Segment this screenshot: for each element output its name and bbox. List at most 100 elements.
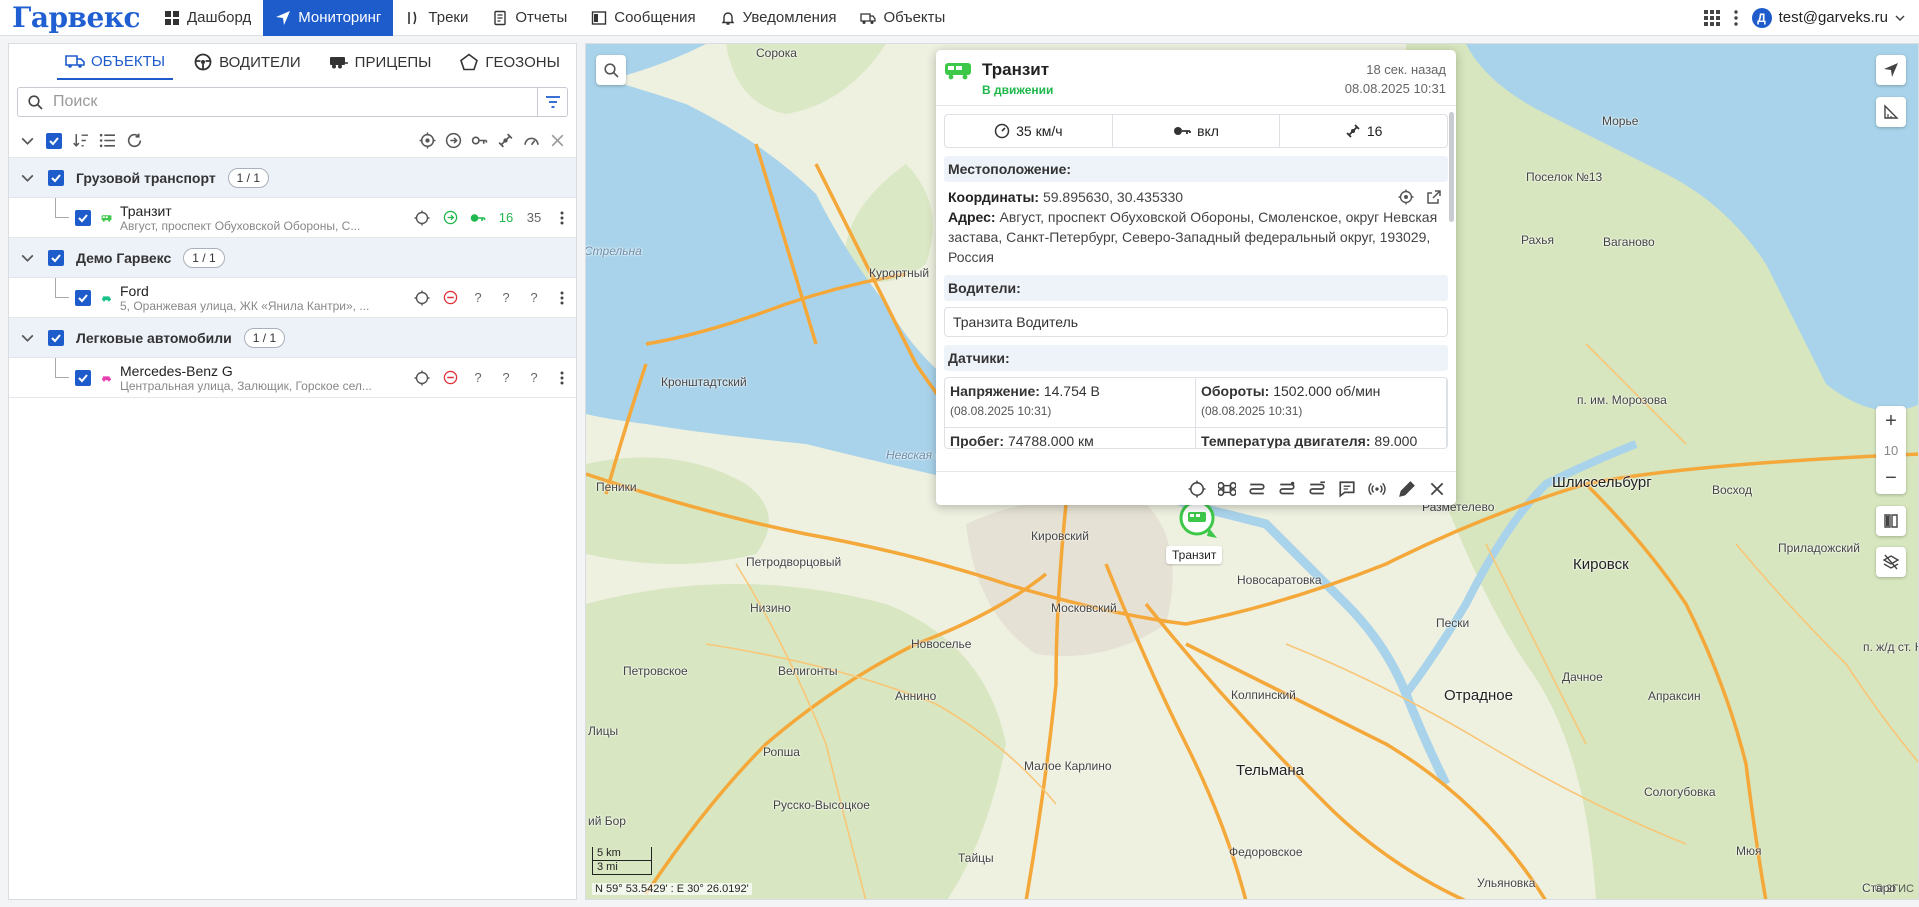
map-label: Новосаратовка	[1237, 573, 1322, 587]
refresh-icon[interactable]	[126, 132, 143, 149]
item-checkbox[interactable]	[75, 289, 91, 306]
edit-icon[interactable]	[1398, 480, 1416, 498]
tab-objects[interactable]: Объекты	[57, 44, 174, 80]
traffic-toggle-button[interactable]	[1876, 547, 1906, 577]
item-text: Ford 5, Оранжевая улица, ЖК «Янила Кантр…	[120, 283, 400, 313]
filter-button[interactable]	[538, 87, 568, 117]
tab-trailers[interactable]: Прицепы	[321, 44, 440, 80]
speedometer-icon[interactable]	[523, 132, 540, 149]
bus-icon	[945, 63, 971, 80]
locate-button[interactable]	[408, 210, 436, 226]
popup-time-ago: 18 сек. назад	[1366, 62, 1446, 77]
item-menu-button[interactable]	[548, 371, 576, 385]
navigation-circle-icon[interactable]	[445, 132, 462, 149]
tab-drivers[interactable]: Водители	[185, 44, 309, 80]
tab-geozones[interactable]: Геозоны	[451, 44, 567, 80]
metric-satellites-value: 16	[1366, 123, 1383, 139]
locate-icon	[414, 210, 430, 225]
nav-notifications[interactable]: Уведомления	[708, 0, 849, 36]
locate-button[interactable]	[408, 370, 436, 386]
command-icon[interactable]	[1218, 480, 1236, 498]
map-copyright[interactable]: © 2ГИС	[1875, 883, 1914, 895]
tab-trailers-label: Прицепы	[354, 53, 432, 71]
popup-header: Транзит В движении 18 сек. назад 08.08.2…	[936, 50, 1456, 106]
map-label: Пески	[1436, 616, 1470, 630]
list-item[interactable]: Mercedes-Benz G Центральная улица, Залющ…	[9, 358, 576, 398]
nav-notifications-label: Уведомления	[742, 9, 837, 26]
group-checkbox[interactable]	[48, 169, 64, 186]
locate-button[interactable]	[408, 290, 436, 306]
stop-icon	[443, 290, 457, 305]
ignition-status	[464, 210, 492, 226]
nav-reports[interactable]: Отчеты	[480, 0, 579, 36]
group-checkbox[interactable]	[48, 329, 64, 346]
item-menu-button[interactable]	[548, 211, 576, 225]
chevron-down-icon[interactable]	[19, 329, 36, 346]
ruler-button[interactable]	[1876, 97, 1906, 127]
user-menu[interactable]: Д test@garveks.ru	[1751, 7, 1905, 28]
group-count-badge: 1 / 1	[227, 167, 270, 188]
map-search-button[interactable]	[596, 55, 626, 85]
external-link-icon[interactable]	[1426, 189, 1442, 205]
item-checkbox[interactable]	[75, 369, 91, 386]
sensor-value: 1502.000 об/мин	[1273, 383, 1381, 399]
nav-objects[interactable]: Объекты	[848, 0, 957, 36]
messages-icon	[592, 10, 607, 25]
track-icon[interactable]	[1248, 480, 1266, 498]
cursor-coordinates: N 59° 53.5429' : E 30° 26.0192'	[592, 883, 752, 895]
driver-name[interactable]: Транзита Водитель	[944, 307, 1448, 337]
list-item[interactable]: Ford 5, Оранжевая улица, ЖК «Янила Кантр…	[9, 278, 576, 318]
objects-panel: Объекты Водители Прицепы Геозоны Поиск	[8, 43, 577, 900]
chevron-down-icon[interactable]	[19, 132, 36, 149]
group-header[interactable]: Грузовой транспорт 1 / 1	[9, 158, 576, 198]
key-icon[interactable]	[471, 132, 488, 149]
satellites-value: ?	[502, 370, 510, 385]
metric-speed: 35 км/ч	[945, 115, 1113, 147]
track-week-icon[interactable]	[1308, 480, 1326, 498]
locate-icon[interactable]	[1188, 480, 1206, 498]
list-view-icon[interactable]	[99, 132, 116, 149]
close-icon[interactable]	[549, 132, 566, 149]
search-placeholder: Поиск	[53, 93, 98, 110]
item-checkbox[interactable]	[75, 209, 91, 226]
map-label: Приладожский	[1778, 541, 1860, 555]
map-label: Пеники	[596, 480, 637, 494]
app-logo[interactable]: Гарвекс	[0, 1, 152, 34]
zoom-level: 10	[1883, 442, 1899, 458]
group-header[interactable]: Демо Гарвекс 1 / 1	[9, 238, 576, 278]
zoom-in-button[interactable]: +	[1885, 410, 1897, 433]
nav-monitoring[interactable]: Мониторинг	[263, 0, 394, 36]
close-icon[interactable]	[1428, 480, 1446, 498]
item-menu-button[interactable]	[548, 291, 576, 305]
select-all-checkbox[interactable]	[46, 132, 62, 149]
map-view[interactable]: Шлиссельбург Кировск Отрадное Тельмана М…	[585, 43, 1919, 900]
message-icon[interactable]	[1338, 480, 1356, 498]
zoom-out-button[interactable]: −	[1885, 467, 1897, 490]
vehicle-marker[interactable]	[1179, 500, 1219, 540]
signal-icon[interactable]	[1368, 480, 1386, 498]
vehicle-info-popup: Транзит В движении 18 сек. назад 08.08.2…	[936, 50, 1456, 505]
tab-objects-label: Объекты	[91, 52, 166, 70]
sort-icon[interactable]	[72, 132, 89, 149]
list-item[interactable]: Транзит Август, проспект Обуховской Обор…	[9, 198, 576, 238]
nav-reports-label: Отчеты	[515, 9, 568, 26]
more-vertical-icon[interactable]	[1733, 9, 1738, 26]
my-location-button[interactable]	[1876, 55, 1906, 85]
map-label: Тельмана	[1236, 762, 1305, 779]
search-input[interactable]: Поиск	[17, 87, 538, 117]
group-header[interactable]: Легковые автомобили 1 / 1	[9, 318, 576, 358]
map-layers-button[interactable]	[1876, 506, 1906, 536]
group-checkbox[interactable]	[48, 249, 64, 266]
apps-grid-icon[interactable]	[1703, 9, 1720, 26]
nav-tracks[interactable]: Треки	[393, 0, 480, 36]
nav-dashboard[interactable]: Дашборд	[152, 0, 263, 36]
crosshair-icon[interactable]	[1398, 189, 1414, 205]
chevron-down-icon[interactable]	[19, 249, 36, 266]
key-icon	[470, 213, 486, 222]
chevron-down-icon[interactable]	[19, 169, 36, 186]
locate-icon[interactable]	[419, 132, 436, 149]
document-icon	[494, 10, 507, 25]
nav-messages[interactable]: Сообщения	[579, 0, 707, 36]
track-day-icon[interactable]	[1278, 480, 1296, 498]
satellite-icon[interactable]	[497, 132, 514, 149]
